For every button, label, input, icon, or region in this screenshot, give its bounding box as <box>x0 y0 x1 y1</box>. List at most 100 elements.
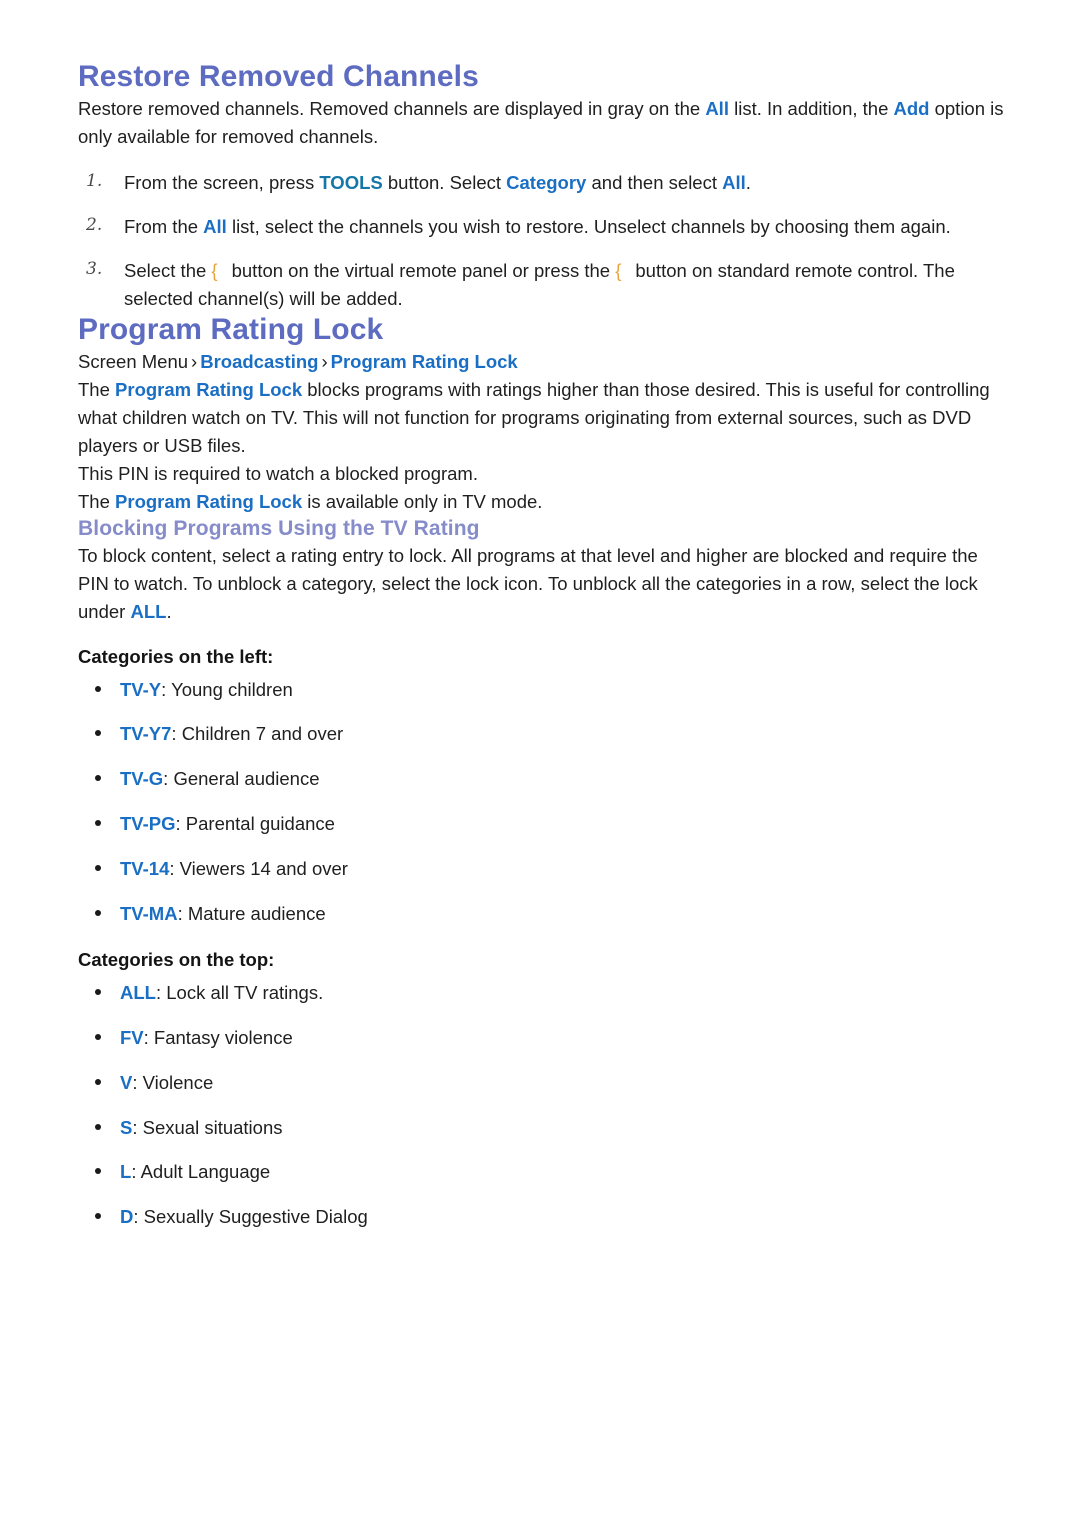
blocking-intro-paragraph: To block content, select a rating entry … <box>78 542 1005 626</box>
rating-description: : Parental guidance <box>175 813 335 835</box>
rating-term: TV-Y <box>120 678 162 700</box>
tv-mode-text-1: The <box>78 491 116 513</box>
rating-description: : Adult Language <box>131 1161 271 1183</box>
rating-lock-desc-text-1: The <box>78 378 116 400</box>
rating-description: : Sexually Suggestive Dialog <box>133 1206 368 1228</box>
step-item-3: 3. Select the {button on the virtual remo… <box>78 257 1005 313</box>
list-item: TV-14: Viewers 14 and over <box>78 856 1005 883</box>
restore-steps-list: 1. From the screen, press TOOLS button. S… <box>78 169 1005 313</box>
rating-term: D <box>120 1206 134 1228</box>
step-item-2: 2. From the All list, select the channels… <box>78 213 1005 241</box>
rating-description: : Children 7 and over <box>171 723 344 745</box>
step-2-text-2: list, select the channels you wish to re… <box>226 215 951 237</box>
list-item: FV: Fantasy violence <box>78 1025 1005 1052</box>
breadcrumb-item-program-rating-lock[interactable]: Program Rating Lock <box>331 351 518 372</box>
breadcrumb-item-broadcasting[interactable]: Broadcasting <box>200 351 318 372</box>
breadcrumb: Screen Menu › Broadcasting › Program Rating … <box>78 348 1005 376</box>
step-1-text-3: and then select <box>586 171 723 193</box>
page-title-restore-removed-channels: Restore Removed Channels <box>78 60 479 93</box>
link-program-rating-lock-1[interactable]: Program Rating Lock <box>115 379 302 400</box>
rating-description: : Fantasy violence <box>143 1027 293 1049</box>
link-program-rating-lock-2[interactable]: Program Rating Lock <box>115 491 302 512</box>
rating-description: : Sexual situations <box>132 1116 283 1138</box>
restore-intro-text-1: Restore removed channels. Removed channe… <box>78 97 706 119</box>
bullet-icon <box>95 775 101 782</box>
bullet-icon <box>95 1034 101 1041</box>
tv-rating-categories-left-list: TV-Y: Young children TV-Y7: Children 7 a… <box>78 677 1005 928</box>
list-item: TV-G: General audience <box>78 766 1005 793</box>
list-item: TV-Y7: Children 7 and over <box>78 721 1005 748</box>
rating-term: L <box>120 1161 132 1183</box>
rating-description: : Lock all TV ratings. <box>155 982 324 1004</box>
rating-description: : General audience <box>163 768 320 790</box>
rating-term: TV-G <box>120 768 164 790</box>
chevron-right-icon-2: › <box>321 350 328 372</box>
tv-mode-text-2: is available only in TV mode. <box>302 491 543 513</box>
link-all-1[interactable]: All <box>705 98 729 119</box>
step-1-text-4: . <box>745 171 751 193</box>
blocking-intro-text-1: To block content, select a rating entry … <box>78 544 978 622</box>
bullet-icon <box>95 1078 101 1085</box>
link-tools[interactable]: TOOLS <box>319 172 382 193</box>
list-item: TV-Y: Young children <box>78 677 1005 704</box>
bullet-icon <box>95 864 101 871</box>
tv-rating-categories-top-list: ALL: Lock all TV ratings. FV: Fantasy vi… <box>78 980 1005 1231</box>
rating-term: ALL <box>120 982 156 1004</box>
rating-description: : Mature audience <box>177 902 326 924</box>
rating-term: TV-14 <box>120 857 170 879</box>
step-number-2: 2. <box>86 214 103 235</box>
rating-lock-description: The Program Rating Lock blocks programs … <box>78 376 1005 460</box>
step-1-text-2: button. Select <box>382 171 507 193</box>
step-1-text-1: From the screen, press <box>124 171 320 193</box>
rating-description: : Viewers 14 and over <box>169 857 348 879</box>
rating-description: : Young children <box>161 678 293 700</box>
rating-term: TV-PG <box>120 813 176 835</box>
list-item: S: Sexual situations <box>78 1115 1005 1142</box>
list-item: V: Violence <box>78 1070 1005 1097</box>
bullet-icon <box>95 685 101 692</box>
step-item-1: 1. From the screen, press TOOLS button. S… <box>78 169 1005 197</box>
link-all-2[interactable]: All <box>722 172 746 193</box>
breadcrumb-root: Screen Menu <box>78 350 189 372</box>
list-item: L: Adult Language <box>78 1159 1005 1186</box>
chevron-right-icon-1: › <box>191 350 198 372</box>
step-number-1: 1. <box>86 170 103 191</box>
label-categories-on-the-left: Categories on the left: <box>78 645 274 667</box>
rating-term: FV <box>120 1027 144 1049</box>
bullet-icon <box>95 989 101 996</box>
blocking-intro-text-2: . <box>166 600 172 622</box>
bullet-icon <box>95 1168 101 1175</box>
rating-term: TV-Y7 <box>120 723 172 745</box>
link-all-3[interactable]: All <box>203 216 227 237</box>
remote-button-icon-1: { <box>211 259 218 281</box>
rating-term: S <box>120 1116 133 1138</box>
restore-intro-text-2: list. In addition, the <box>728 97 894 119</box>
bullet-icon <box>95 1213 101 1220</box>
step-number-3: 3. <box>86 258 103 279</box>
list-item: TV-PG: Parental guidance <box>78 811 1005 838</box>
step-2-text-1: From the <box>124 215 204 237</box>
bullet-icon <box>95 909 101 916</box>
subheading-blocking-programs: Blocking Programs Using the TV Rating <box>78 517 480 541</box>
bullet-icon <box>95 1123 101 1130</box>
rating-description: : Violence <box>132 1071 214 1093</box>
label-categories-on-the-top: Categories on the top: <box>78 949 275 971</box>
list-item: ALL: Lock all TV ratings. <box>78 980 1005 1007</box>
bullet-icon <box>95 730 101 737</box>
bullet-icon <box>95 820 101 827</box>
document-page: Restore Removed Channels Restore removed… <box>0 0 1080 1527</box>
list-item: D: Sexually Suggestive Dialog <box>78 1204 1005 1231</box>
rating-term: V <box>120 1071 133 1093</box>
tv-mode-note: The Program Rating Lock is available onl… <box>78 488 1005 516</box>
list-item: TV-MA: Mature audience <box>78 901 1005 928</box>
link-all-4[interactable]: ALL <box>130 601 166 622</box>
pin-requirement-note: This PIN is required to watch a blocked … <box>78 463 478 485</box>
remote-button-icon-2: { <box>615 259 622 281</box>
page-title-program-rating-lock: Program Rating Lock <box>78 313 384 347</box>
restore-intro-paragraph: Restore removed channels. Removed channe… <box>78 95 1005 151</box>
link-category[interactable]: Category <box>506 172 586 193</box>
rating-term: TV-MA <box>120 902 178 924</box>
link-add[interactable]: Add <box>894 98 930 119</box>
step-3-text-2: button on the virtual remote panel or pr… <box>231 259 616 281</box>
step-3-text-1: Select the <box>124 259 212 281</box>
